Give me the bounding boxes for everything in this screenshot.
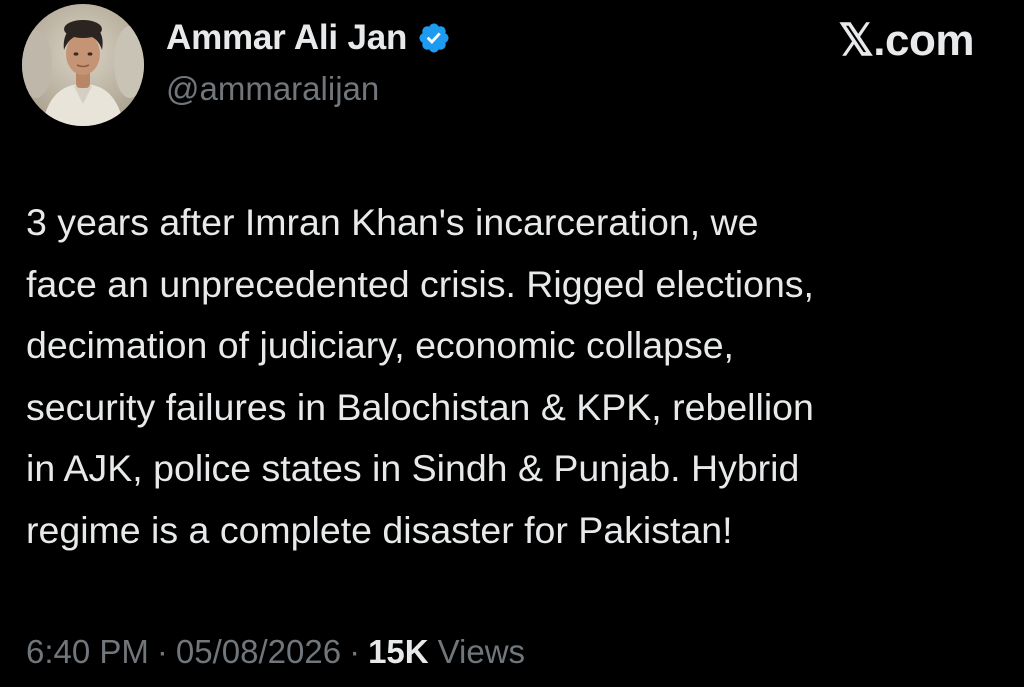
tweet-text-line: face an unprecedented crisis. Rigged ele… (26, 262, 814, 305)
tweet-card: Ammar Ali Jan @ammaralijan 𝕏.com 3 years… (0, 0, 1024, 687)
tweet-date[interactable]: 05/08/2026 (176, 633, 341, 671)
tweet-text-line: decimation of judiciary, economic collap… (26, 324, 734, 366)
verified-badge-shape (419, 23, 449, 53)
author-display-name[interactable]: Ammar Ali Jan (166, 18, 407, 58)
author-handle[interactable]: @ammaralijan (166, 70, 379, 108)
tweet-text: 3 years after Imran Khan's incarceration… (26, 192, 1001, 561)
verified-badge-icon[interactable] (417, 21, 451, 55)
views-count[interactable]: 15K (368, 633, 429, 671)
tweet-text-line: regime is a complete disaster for Pakist… (26, 508, 733, 551)
views-label: Views (437, 633, 526, 670)
avatar-image (22, 4, 144, 126)
meta-separator: · (349, 633, 361, 670)
meta-separator: · (156, 633, 168, 670)
tweet-text-line: 3 years after Imran Khan's incarceration… (26, 201, 759, 243)
tweet-meta: 6:40 PM · 05/08/2026 · 15K Views (26, 628, 525, 676)
site-label: 𝕏.com (838, 15, 974, 65)
profile-photo-icon[interactable] (22, 4, 144, 126)
tweet-text-line: security failures in Balochistan & KPK, … (26, 385, 814, 428)
author-name-row: Ammar Ali Jan (166, 16, 451, 60)
tweet-time[interactable]: 6:40 PM (26, 633, 149, 671)
tweet-text-line: in AJK, police states in Sindh & Punjab.… (26, 447, 800, 489)
